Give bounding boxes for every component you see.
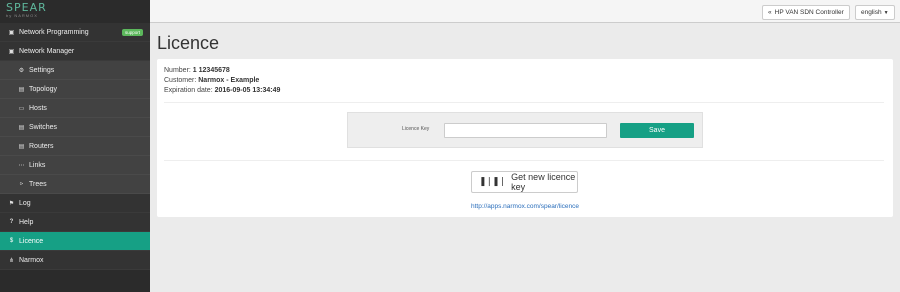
sidebar-item-switches[interactable]: ▤ Switches	[0, 118, 150, 137]
licence-customer: Customer: Narmox - Example	[164, 76, 280, 86]
hdd-icon: ▤	[18, 124, 25, 131]
logo-sub: by NARMOX	[6, 13, 38, 18]
laptop-icon: ▭	[18, 105, 25, 112]
customer-value: Narmox - Example	[198, 77, 260, 84]
sidebar-item-log[interactable]: ⚑ Log	[0, 194, 150, 213]
customer-label: Customer:	[164, 77, 197, 84]
sidebar-item-label: Licence	[19, 237, 44, 245]
sidebar-item-links[interactable]: ⋯ Links	[0, 156, 150, 175]
sidebar-item-network-manager[interactable]: ▣ Network Manager	[0, 42, 150, 61]
divider	[164, 102, 884, 103]
controller-button[interactable]: « HP VAN SDN Controller	[762, 5, 850, 20]
double-chevron-left-icon: «	[768, 9, 772, 16]
licence-key-label: Licence Key	[402, 126, 430, 132]
support-badge: support	[121, 28, 143, 36]
dollar-icon: $	[9, 238, 14, 244]
get-key-label: Get new licence key	[511, 172, 576, 192]
sidebar-item-label: Switches	[29, 123, 58, 131]
briefcase-icon: ▣	[8, 48, 15, 55]
caret-down-icon: ▼	[883, 9, 889, 16]
number-label: Number:	[164, 67, 191, 74]
fork-icon: ⋔	[8, 257, 15, 264]
sidebar-item-help[interactable]: ? Help	[0, 213, 150, 232]
page-title: Licence	[157, 33, 220, 53]
sidebar-item-label: Routers	[29, 142, 54, 150]
sidebar-item-narmox[interactable]: ⋔ Narmox	[0, 251, 150, 270]
gear-icon: ⚙	[18, 67, 25, 74]
flag-icon: ⚑	[8, 200, 15, 207]
licence-number: Number: 1 12345678	[164, 66, 280, 76]
sidebar-item-network-programming[interactable]: ▣ Network Programming support	[0, 23, 150, 42]
dots-icon: ⋯	[18, 162, 25, 169]
logo-brand: SPEAR	[6, 1, 47, 14]
sidebar-item-label: Help	[19, 218, 34, 226]
barcode-icon: ❚❘❚❘	[479, 177, 506, 187]
expiration-value: 2016-09-05 13:34:49	[214, 87, 281, 94]
number-value: 1 12345678	[192, 67, 230, 74]
sidebar-item-label: Log	[19, 199, 31, 207]
licence-expiration: Expiration date: 2016-09-05 13:34:49	[164, 86, 280, 96]
licence-info: Number: 1 12345678 Customer: Narmox - Ex…	[164, 66, 280, 96]
licence-key-form: Licence Key Save	[347, 112, 703, 148]
sidebar-item-settings[interactable]: ⚙ Settings	[0, 61, 150, 80]
sidebar: SPEAR by NARMOX ▣ Network Programming su…	[0, 0, 150, 292]
question-icon: ?	[9, 219, 14, 225]
sidebar-item-label: Trees	[29, 180, 47, 188]
sidebar-item-hosts[interactable]: ▭ Hosts	[0, 99, 150, 118]
sidebar-item-label: Network Programming	[19, 28, 89, 36]
sidebar-item-label: Narmox	[19, 256, 44, 264]
controller-label: HP VAN SDN Controller	[774, 9, 844, 16]
topbar: « HP VAN SDN Controller english ▼	[150, 0, 900, 23]
language-dropdown[interactable]: english ▼	[855, 5, 895, 20]
licence-key-input[interactable]	[444, 123, 607, 138]
sidebar-item-trees[interactable]: ⪧ Trees	[0, 175, 150, 194]
licence-link[interactable]: http://apps.narmox.com/spear/licence	[157, 203, 893, 210]
expiration-label: Expiration date:	[164, 87, 213, 94]
map-icon: ▤	[18, 86, 25, 93]
licence-panel: Number: 1 12345678 Customer: Narmox - Ex…	[157, 59, 893, 217]
share-icon: ⪧	[19, 180, 24, 187]
hdd-icon: ▤	[18, 143, 25, 150]
sidebar-item-licence[interactable]: $ Licence	[0, 232, 150, 251]
divider	[164, 160, 884, 161]
get-new-licence-key-button[interactable]: ❚❘❚❘ Get new licence key	[471, 171, 578, 193]
language-label: english	[861, 9, 882, 16]
sidebar-item-label: Links	[29, 161, 46, 169]
save-button[interactable]: Save	[620, 123, 694, 138]
logo[interactable]: SPEAR by NARMOX	[0, 0, 150, 23]
sidebar-item-label: Hosts	[29, 104, 47, 112]
sidebar-item-label: Network Manager	[19, 47, 75, 55]
sidebar-item-routers[interactable]: ▤ Routers	[0, 137, 150, 156]
sidebar-item-label: Topology	[29, 85, 58, 93]
sidebar-item-label: Settings	[29, 66, 55, 74]
sidebar-item-topology[interactable]: ▤ Topology	[0, 80, 150, 99]
briefcase-icon: ▣	[8, 29, 15, 36]
